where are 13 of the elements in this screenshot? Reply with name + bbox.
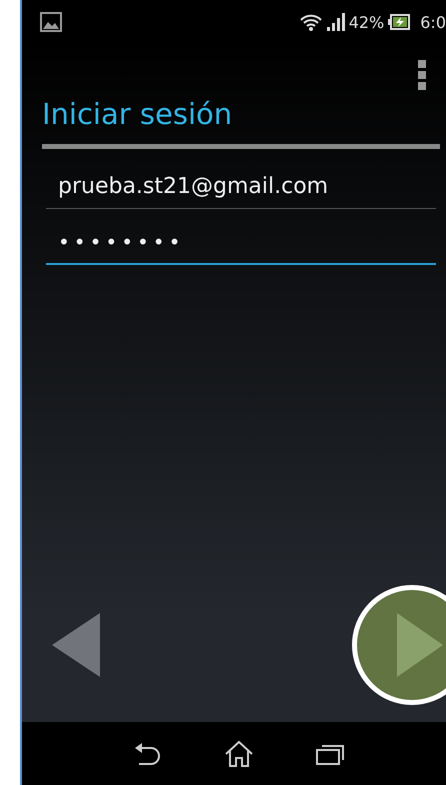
back-icon[interactable] (132, 742, 163, 766)
overflow-menu-icon[interactable] (418, 60, 426, 90)
wifi-icon (298, 13, 323, 31)
battery-percent: 42% (348, 12, 384, 32)
email-field[interactable]: prueba.st21@gmail.com (46, 165, 436, 209)
screen-title: Iniciar sesión (41, 96, 234, 132)
home-icon[interactable] (224, 740, 254, 768)
picture-notification-icon (40, 12, 62, 32)
password-field[interactable]: •••••••• (46, 221, 436, 265)
signal-icon (326, 13, 345, 31)
battery-charging-icon (388, 14, 410, 30)
clock: 6:0 (420, 12, 446, 32)
play-triangle-icon (395, 611, 445, 679)
